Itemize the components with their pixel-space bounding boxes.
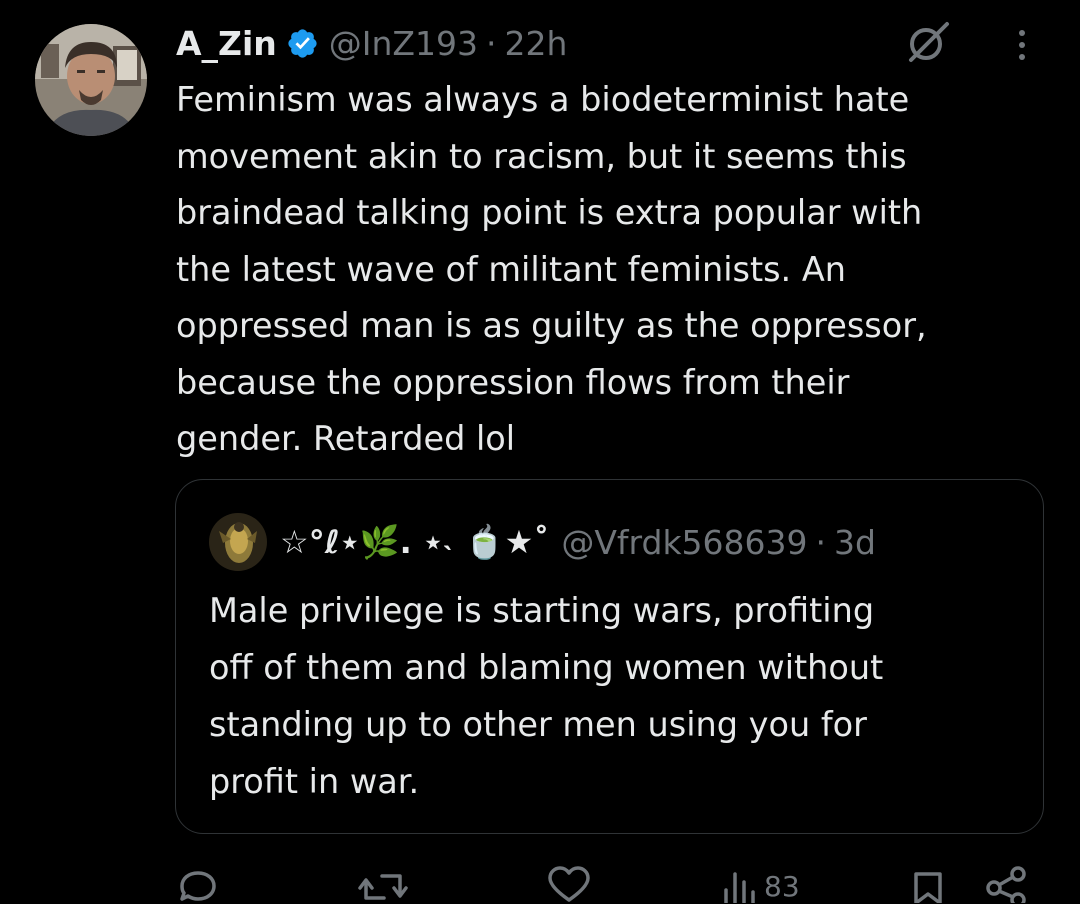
quoted-handle[interactable]: @Vfrdk568639 (561, 523, 807, 562)
handle[interactable]: @InZ193 (329, 24, 478, 63)
tweet-text: Feminism was always a biodeterminist hat… (176, 80, 927, 458)
bookmark-icon (908, 860, 948, 903)
display-name[interactable]: A_Zin (176, 24, 277, 63)
views-icon (722, 860, 758, 903)
more-icon[interactable] (1010, 26, 1034, 66)
bookmark-button[interactable] (908, 860, 948, 903)
grok-icon[interactable] (903, 20, 953, 64)
separator-dot: · (486, 23, 497, 63)
reply-button[interactable] (176, 860, 220, 903)
share-icon (984, 860, 1028, 903)
share-button[interactable] (984, 860, 1028, 903)
quoted-tweet[interactable]: ☆°ℓ⋆🌿. ⋆˴ 🍵★˚ @Vfrdk568639 · 3d Male pri… (175, 479, 1044, 834)
reply-icon (176, 860, 220, 903)
tweet[interactable]: A_Zin @InZ193 · 22h Feminism was always … (0, 0, 1080, 903)
action-bar: 83 (0, 860, 1080, 903)
views-button[interactable]: 83 (722, 860, 800, 903)
tweet-header: A_Zin @InZ193 · 22h (176, 18, 567, 68)
retweet-icon (358, 860, 408, 903)
quoted-display-name[interactable]: ☆°ℓ⋆🌿. ⋆˴ 🍵★˚ (280, 523, 549, 561)
quoted-timestamp[interactable]: 3d (834, 523, 876, 562)
avatar[interactable] (35, 24, 147, 136)
quoted-text: Male privilege is starting wars, profiti… (209, 591, 884, 801)
timestamp[interactable]: 22h (505, 24, 568, 63)
quoted-avatar[interactable] (209, 513, 267, 571)
quoted-separator-dot: · (815, 522, 827, 562)
quoted-header: ☆°ℓ⋆🌿. ⋆˴ 🍵★˚ @Vfrdk568639 · 3d (280, 519, 876, 565)
verified-badge-icon (286, 27, 319, 60)
like-button[interactable] (546, 860, 592, 903)
retweet-button[interactable] (358, 860, 408, 903)
like-icon (546, 860, 592, 903)
views-count: 83 (764, 870, 800, 903)
